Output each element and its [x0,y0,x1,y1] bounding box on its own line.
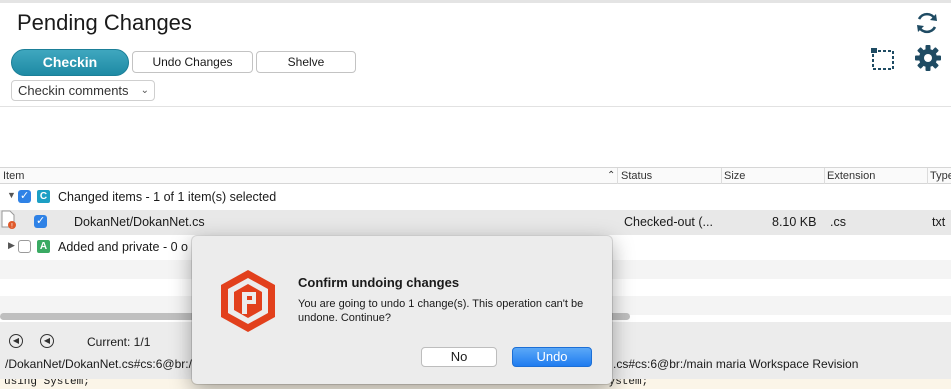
undo-changes-button[interactable]: Undo Changes [132,51,253,73]
dialog-title: Confirm undoing changes [298,275,460,290]
file-size: 8.10 KB [772,215,817,229]
group-changed-checkbox[interactable] [18,189,31,203]
gear-icon[interactable] [914,44,942,72]
current-change-indicator: Current: 1/1 [87,335,151,349]
sort-ascending-icon: ⌃ [607,170,616,181]
checkin-comments-dropdown[interactable]: Checkin comments ⌄ [11,80,155,101]
chevron-down-icon: ⌄ [140,85,149,96]
svg-text:!: ! [11,223,13,230]
collapse-arrow-icon[interactable]: ▶ [8,240,15,251]
no-button[interactable]: No [421,347,497,367]
column-header-item[interactable]: Item [3,170,24,182]
group-added-checkbox[interactable] [18,240,31,253]
file-status: Checked-out (... [624,215,713,229]
dialog-message: You are going to undo 1 change(s). This … [298,298,584,324]
left-path: /DokanNet/DokanNet.cs#cs:6@br:/ [5,357,192,371]
group-changed-label: Changed items - 1 of 1 item(s) selected [58,190,277,204]
group-added-label: Added and private - 0 o [58,240,188,254]
column-header-type[interactable]: Type [930,170,951,182]
column-header-status[interactable]: Status [621,170,652,182]
file-extension: .cs [830,215,846,229]
column-divider [927,168,928,184]
column-header-extension[interactable]: Extension [827,170,875,182]
column-divider [824,168,825,184]
page-title: Pending Changes [17,10,192,35]
expand-arrow-icon[interactable]: ▼ [7,190,16,200]
table-header: Item ⌃ Status Size Extension Type [0,167,951,184]
pending-changes-window: Pending Changes Checkin Undo Changes She… [0,0,951,389]
added-badge-icon: A [37,240,50,253]
column-divider [617,168,618,184]
file-checkbox[interactable] [34,214,47,228]
column-divider [721,168,722,184]
app-logo-icon [221,270,275,332]
undo-button[interactable]: Undo [512,347,592,367]
divider [0,106,951,107]
selection-icon[interactable] [870,47,896,71]
checkin-comments-value: Checkin comments [18,83,129,98]
code-line-left: using System; [4,379,90,388]
previous-change-icon[interactable]: ◀ [40,334,54,348]
file-icon: ! [1,210,16,230]
shelve-button[interactable]: Shelve [256,51,356,73]
refresh-icon[interactable] [914,10,940,36]
column-header-size[interactable]: Size [724,170,745,182]
tree-group-changed[interactable]: ▼ C Changed items - 1 of 1 item(s) selec… [0,185,951,210]
file-name: DokanNet/DokanNet.cs [74,215,205,229]
changed-badge-icon: C [37,190,50,203]
file-type: txt [932,215,946,229]
top-border [0,0,951,3]
table-row[interactable]: ! DokanNet/DokanNet.cs Checked-out (... … [0,210,951,235]
checkin-button[interactable]: Checkin [11,49,129,76]
first-change-icon[interactable]: ◀ [9,334,23,348]
right-path: .cs#cs:6@br:/main maria Workspace Revisi… [613,357,859,371]
confirm-dialog: Confirm undoing changes You are going to… [192,236,612,384]
